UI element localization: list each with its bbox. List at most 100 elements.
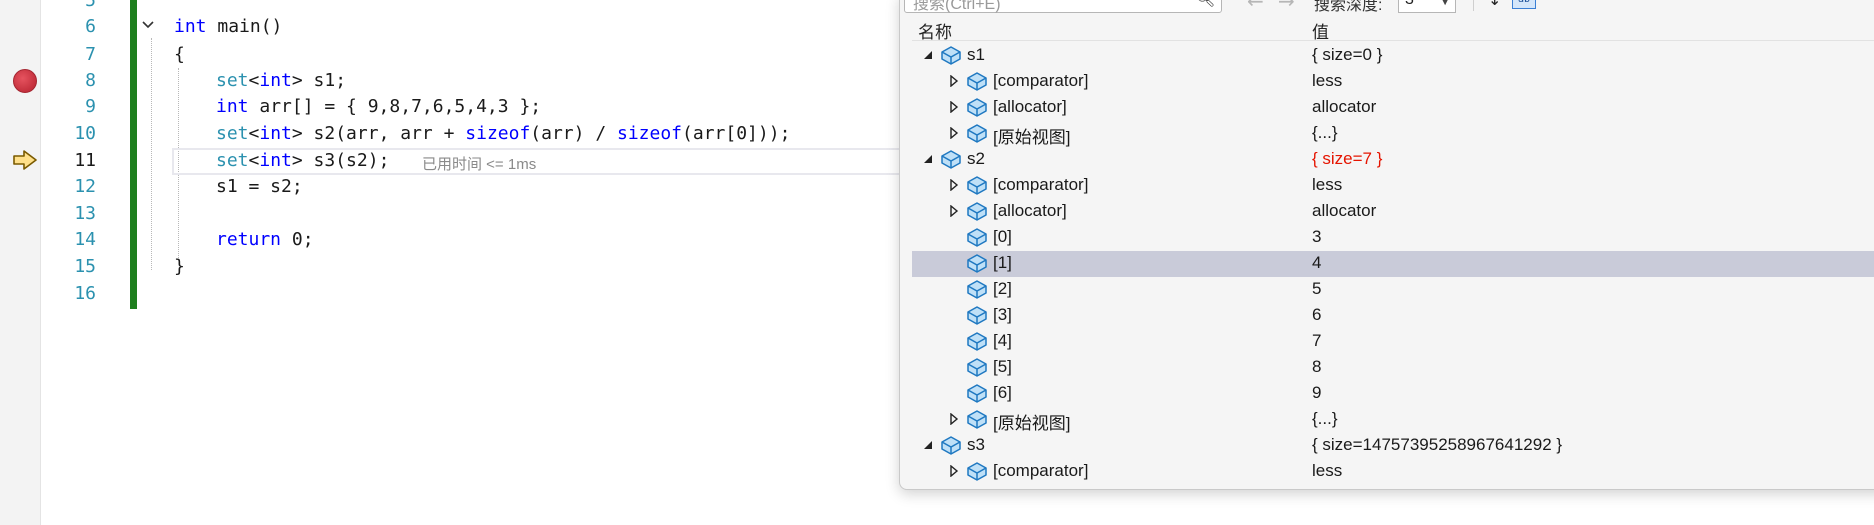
variable-name: [1]: [993, 253, 1012, 272]
tree-row[interactable]: [4] 7: [912, 329, 1874, 355]
tree-row[interactable]: [comparator]⫣less: [912, 459, 1874, 485]
pin-icon[interactable]: ↓: [1488, 0, 1501, 9]
variable-name: [4]: [993, 331, 1012, 350]
code-line[interactable]: set<int> s2(arr, arr + sizeof(arr) / siz…: [216, 121, 790, 147]
keyword: int: [259, 150, 292, 171]
hex-display-button[interactable]: ab: [1512, 0, 1536, 9]
variable-name: [6]: [993, 383, 1012, 402]
search-depth-select[interactable]: 3 ▼: [1398, 0, 1456, 13]
variable-value[interactable]: {...}: [1312, 123, 1338, 143]
tree-row[interactable]: [comparator] less: [912, 69, 1874, 95]
variable-value[interactable]: { size=0 }: [1312, 45, 1382, 65]
line-number: 12: [74, 176, 96, 197]
arrow-left-icon[interactable]: ←: [1247, 0, 1264, 13]
collapsed-triangle-icon[interactable]: [948, 413, 960, 425]
change-tracking-bar: [130, 0, 137, 309]
code-line[interactable]: int arr[] = { 9,8,7,6,5,4,3 };: [216, 94, 541, 120]
tree-row[interactable]: [1] 4: [912, 251, 1874, 277]
variable-value[interactable]: 9: [1312, 383, 1321, 403]
variable-name: [comparator]: [993, 71, 1089, 90]
code-line[interactable]: return 0;: [216, 227, 314, 253]
object-icon: [940, 435, 962, 455]
variable-value[interactable]: 7: [1312, 331, 1321, 351]
search-depth-label: 搜索深度:: [1314, 0, 1383, 14]
tree-row[interactable]: [5] 8: [912, 355, 1874, 381]
variable-value[interactable]: 6: [1312, 305, 1321, 325]
code-line[interactable]: }: [174, 254, 185, 280]
code-line-current[interactable]: set<int> s3(s2);: [216, 148, 389, 174]
line-number: 5: [85, 0, 96, 11]
expanded-triangle-icon[interactable]: [922, 439, 934, 451]
code-text: main(): [206, 16, 283, 37]
code-line[interactable]: {: [174, 42, 185, 68]
collapsed-triangle-icon[interactable]: [948, 127, 960, 139]
variable-value[interactable]: less: [1312, 71, 1342, 91]
code-line[interactable]: set<int> s1;: [216, 68, 346, 94]
keyword: int: [259, 70, 292, 91]
object-icon: [966, 227, 988, 247]
column-value-header[interactable]: 值: [1312, 18, 1329, 43]
line-number: 9: [85, 96, 96, 117]
line-number: 6: [85, 16, 96, 37]
object-icon: [940, 149, 962, 169]
collapsed-triangle-icon[interactable]: [948, 179, 960, 191]
code-text: (arr) /: [530, 123, 617, 144]
column-name-header[interactable]: 名称: [918, 18, 952, 43]
variable-value[interactable]: 3: [1312, 227, 1321, 247]
line-number: 14: [74, 229, 96, 250]
tree-row[interactable]: [原始视图] {...}: [912, 121, 1874, 147]
locals-window[interactable]: 搜索(Ctrl+E) 🔍︎ ← → 搜索深度: 3 ▼ ↓ ab 名称 值 s1…: [899, 0, 1874, 490]
collapsed-triangle-icon[interactable]: [948, 101, 960, 113]
tree-row[interactable]: s1 { size=0 }: [912, 43, 1874, 69]
expanded-triangle-icon[interactable]: [922, 153, 934, 165]
tree-row[interactable]: [6] 9: [912, 381, 1874, 407]
code-text: (arr[0]));: [682, 123, 791, 144]
variable-name: [allocator]: [993, 201, 1067, 220]
variable-value[interactable]: 8: [1312, 357, 1321, 377]
collapsed-triangle-icon[interactable]: [948, 205, 960, 217]
collapsed-triangle-icon[interactable]: [948, 75, 960, 87]
breakpoint-icon[interactable]: [13, 69, 37, 93]
variable-value[interactable]: {...}: [1312, 409, 1338, 429]
line-number: 10: [74, 123, 96, 144]
variable-value[interactable]: less: [1312, 461, 1342, 481]
object-icon: [966, 97, 988, 117]
variable-value[interactable]: allocator: [1312, 201, 1376, 221]
tree-row[interactable]: [3] 6: [912, 303, 1874, 329]
tree-row[interactable]: [0] 3: [912, 225, 1874, 251]
toolbar-divider: [1473, 0, 1474, 11]
variable-value[interactable]: less: [1312, 175, 1342, 195]
locals-toolbar: 搜索(Ctrl+E) 🔍︎ ← → 搜索深度: 3 ▼ ↓ ab: [900, 0, 1874, 15]
search-input[interactable]: 搜索(Ctrl+E) 🔍︎: [904, 0, 1222, 13]
code-text: <: [248, 70, 260, 91]
tree-row[interactable]: [allocator] allocator: [912, 199, 1874, 225]
arrow-right-icon[interactable]: →: [1278, 0, 1295, 13]
tree-row[interactable]: [comparator] less: [912, 173, 1874, 199]
variable-value[interactable]: 4: [1312, 253, 1321, 273]
tree-row[interactable]: [原始视图] {...}: [912, 407, 1874, 433]
variable-value[interactable]: { size=7 }: [1312, 149, 1382, 169]
variable-name: s1: [967, 45, 985, 64]
search-icon[interactable]: 🔍︎: [1195, 0, 1215, 8]
search-depth-value: 3: [1405, 0, 1414, 9]
code-line[interactable]: int main(): [174, 14, 282, 40]
keyword: int: [174, 16, 207, 37]
variable-value[interactable]: 5: [1312, 279, 1321, 299]
perf-tip[interactable]: 已用时间 <= 1ms: [422, 153, 536, 174]
variable-name: [comparator]: [993, 461, 1089, 480]
chevron-down-icon[interactable]: [140, 17, 156, 33]
tree-row[interactable]: [2] 5: [912, 277, 1874, 303]
tree-row[interactable]: s2 { size=7 }: [912, 147, 1874, 173]
variable-value[interactable]: allocator: [1312, 97, 1376, 117]
tree-row[interactable]: [allocator] allocator: [912, 95, 1874, 121]
code-text: <: [248, 150, 260, 171]
variable-name: [5]: [993, 357, 1012, 376]
variable-name: [原始视图]: [993, 128, 1071, 147]
expanded-triangle-icon[interactable]: [922, 49, 934, 61]
variable-value[interactable]: { size=14757395258967641292 }: [1312, 435, 1562, 455]
keyword: sizeof: [617, 123, 683, 144]
collapsed-triangle-icon[interactable]: [948, 465, 960, 477]
object-icon: [966, 71, 988, 91]
code-line[interactable]: s1 = s2;: [216, 174, 303, 200]
tree-row[interactable]: s3 { size=14757395258967641292 }: [912, 433, 1874, 459]
